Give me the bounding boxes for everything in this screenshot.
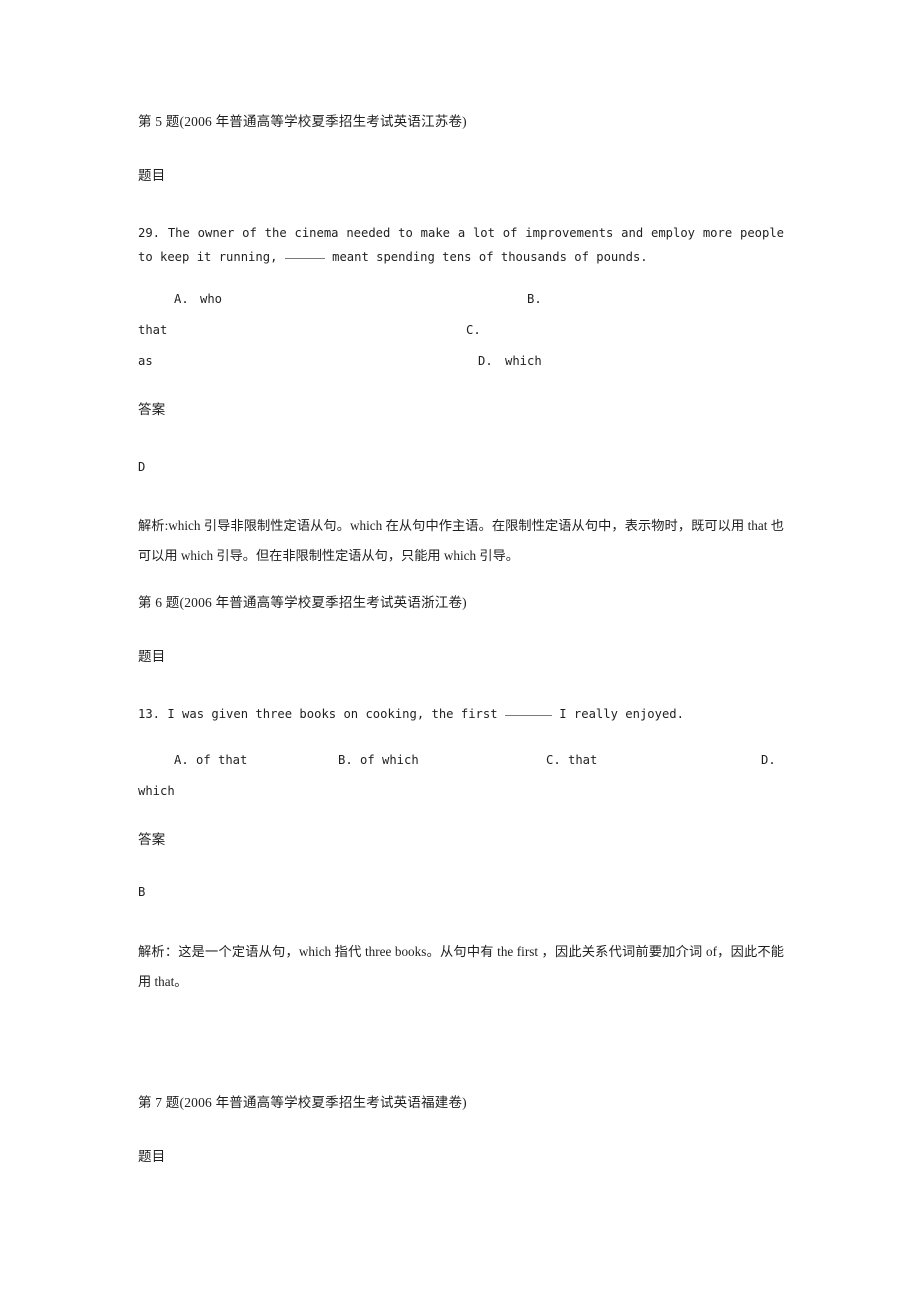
document-content: 第 5 题(2006 年普通高等学校夏季招生考试英语江苏卷) 题目 29. Th… xyxy=(138,112,784,1201)
explanation-label-6: 解析： xyxy=(138,943,179,959)
explanation-6: 解析：这是一个定语从句，which 指代 three books。从句中有 th… xyxy=(138,937,784,997)
option-text-5-a[interactable]: who xyxy=(200,287,222,312)
answer-value-6: B xyxy=(138,885,146,900)
option-letter-5-a: A. xyxy=(174,292,189,307)
question-block-5: 第 5 题(2006 年普通高等学校夏季招生考试英语江苏卷) 题目 29. Th… xyxy=(138,112,784,571)
options-row-6-1: A. of that B. of which C. that D. xyxy=(138,748,784,779)
option-text-6-d[interactable]: which xyxy=(138,779,175,804)
question-heading-5: 第 5 题(2006 年普通高等学校夏季招生考试英语江苏卷) xyxy=(138,114,467,129)
option-text-5-c[interactable]: as xyxy=(138,349,153,374)
answer-blank-6 xyxy=(504,714,552,716)
options-row-5-3: as D. which xyxy=(138,349,784,380)
option-letter-6-b: B. xyxy=(338,753,353,768)
options-row-6-2: which xyxy=(138,779,784,810)
options-row-5-2: that C. xyxy=(138,318,784,349)
options-row-5-1: A. who B. xyxy=(138,287,784,318)
section-label-question-6: 题目 xyxy=(138,649,166,665)
stem-text-5b: meant spending tens of thousands of poun… xyxy=(332,249,648,264)
question-number-6: 13. xyxy=(138,706,161,721)
question-number-5: 29. xyxy=(138,225,161,240)
stem-text-6b: I really enjoyed. xyxy=(559,706,684,721)
option-letter-6-c: C. xyxy=(546,753,561,768)
question-block-7: 第 7 题(2006 年普通高等学校夏季招生考试英语福建卷) 题目 xyxy=(138,1093,784,1168)
options-list-6: A. of that B. of which C. that D. which xyxy=(138,748,784,810)
option-letter-5-c: C. xyxy=(466,323,481,338)
options-list-5: A. who B. that C. as D. which xyxy=(138,287,784,380)
option-text-6-a[interactable]: of that xyxy=(196,748,247,773)
explanation-label-5: 解析: xyxy=(138,517,169,533)
question-heading-7: 第 7 题(2006 年普通高等学校夏季招生考试英语福建卷) xyxy=(138,1094,467,1110)
explanation-5: 解析:which 引导非限制性定语从句。which 在从句中作主语。在限制性定语… xyxy=(138,511,784,571)
question-stem-5: 29. The owner of the cinema needed to ma… xyxy=(138,221,784,270)
option-text-6-c[interactable]: that xyxy=(568,748,597,773)
answer-value-5: D xyxy=(138,459,146,474)
document-page: 第 5 题(2006 年普通高等学校夏季招生考试英语江苏卷) 题目 29. Th… xyxy=(0,0,920,1302)
section-label-answer-5: 答案 xyxy=(138,402,166,418)
explanation-text-5: which 引导非限制性定语从句。which 在从句中作主语。在限制性定语从句中… xyxy=(138,517,784,564)
option-letter-5-b: B. xyxy=(527,292,542,307)
section-label-question-7: 题目 xyxy=(138,1149,166,1165)
option-letter-6-a: A. xyxy=(174,753,189,768)
explanation-text-6: 这是一个定语从句，which 指代 three books。从句中有 the f… xyxy=(138,943,784,989)
option-letter-5-d: D. xyxy=(478,354,493,369)
section-label-question-5: 题目 xyxy=(138,168,166,184)
question-block-6: 第 6 题(2006 年普通高等学校夏季招生考试英语浙江卷) 题目 13. I … xyxy=(138,593,784,997)
answer-blank-5 xyxy=(284,257,325,259)
question-heading-6: 第 6 题(2006 年普通高等学校夏季招生考试英语浙江卷) xyxy=(138,595,467,611)
section-label-answer-6: 答案 xyxy=(138,832,166,848)
question-stem-6: 13. I was given three books on cooking, … xyxy=(138,702,784,726)
option-letter-6-d: D. xyxy=(761,753,776,768)
option-text-6-b[interactable]: of which xyxy=(360,748,419,773)
stem-text-6a: I was given three books on cooking, the … xyxy=(167,706,498,721)
option-text-5-d[interactable]: which xyxy=(505,349,542,374)
option-text-5-b[interactable]: that xyxy=(138,318,167,343)
